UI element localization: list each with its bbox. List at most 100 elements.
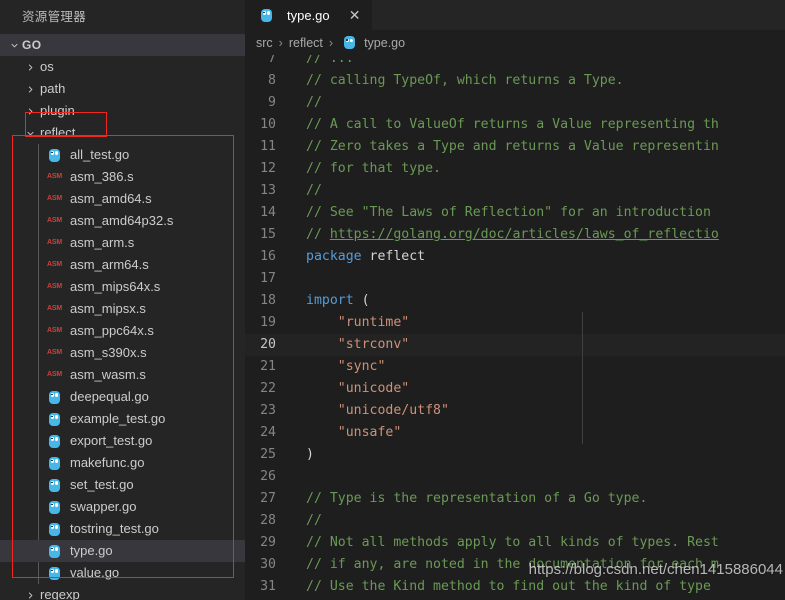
file-item-asm_mipsx.s[interactable]: ASM asm_mipsx.s <box>0 298 245 320</box>
token-str: "unsafe" <box>306 425 402 440</box>
chevron-right-icon: › <box>328 35 334 50</box>
file-item-example_test.go[interactable]: example_test.go <box>0 408 245 430</box>
file-item-label: asm_arm.s <box>70 235 135 250</box>
token-str: "strconv" <box>306 337 410 352</box>
line-number: 16 <box>260 249 276 264</box>
file-item-type.go[interactable]: type.go <box>0 540 245 562</box>
line-number: 18 <box>260 293 276 308</box>
go-file-icon <box>46 147 63 163</box>
line-number: 20 <box>260 337 276 352</box>
token-pn: ) <box>306 447 314 462</box>
breadcrumb-item-reflect[interactable]: reflect <box>289 36 323 50</box>
sidebar-folder-label: plugin <box>40 103 75 118</box>
code-line-28: 28 // <box>245 510 785 532</box>
code-text: // for that type. <box>292 158 785 180</box>
token-cm: // See "The Laws of Reflection" for an i… <box>306 205 711 220</box>
chevron-right-icon <box>22 106 38 117</box>
code-line-31: 31 // Use the Kind method to find out the… <box>245 576 785 598</box>
breadcrumb-item-src[interactable]: src <box>256 36 273 50</box>
sidebar-folder-regexp[interactable]: regexp <box>0 584 245 600</box>
file-tree: os path plugin reflect all_test.go ASM asm_386… <box>0 56 245 600</box>
file-item-label: asm_s390x.s <box>70 345 147 360</box>
line-number: 8 <box>268 73 276 88</box>
code-line-20: 20 "strconv" <box>245 334 785 356</box>
line-number: 15 <box>260 227 276 242</box>
asm-file-icon: ASM <box>47 238 62 246</box>
file-item-deepequal.go[interactable]: deepequal.go <box>0 386 245 408</box>
line-number: 13 <box>260 183 276 198</box>
file-item-label: export_test.go <box>70 433 153 448</box>
file-item-label: makefunc.go <box>70 455 145 470</box>
go-file-icon <box>46 499 63 515</box>
sidebar-folder-os[interactable]: os <box>0 56 245 78</box>
file-item-asm_386.s[interactable]: ASM asm_386.s <box>0 166 245 188</box>
file-item-asm_amd64p32.s[interactable]: ASM asm_amd64p32.s <box>0 210 245 232</box>
asm-file-icon: ASM <box>47 348 62 356</box>
code-text: // Not all methods apply to all kinds of… <box>292 532 785 554</box>
tab-type-go[interactable]: type.go ✕ <box>245 0 372 30</box>
code-viewport[interactable]: 7 // ... 8 // calling TypeOf, which returns… <box>245 55 785 600</box>
code-line-13: 13 // <box>245 180 785 202</box>
file-item-value.go[interactable]: value.go <box>0 562 245 584</box>
line-number: 23 <box>260 403 276 418</box>
file-item-label: asm_arm64.s <box>70 257 149 272</box>
token-cm: // <box>306 227 330 242</box>
file-item-label: asm_mips64x.s <box>70 279 161 294</box>
file-item-set_test.go[interactable]: set_test.go <box>0 474 245 496</box>
code-text: // ... <box>292 55 785 70</box>
sidebar-root-go[interactable]: GO <box>0 34 245 56</box>
code-line-25: 25) <box>245 444 785 466</box>
file-item-all_test.go[interactable]: all_test.go <box>0 144 245 166</box>
code-line-30: 30 // if any, are noted in the documentat… <box>245 554 785 576</box>
token-cm: // <box>306 183 322 198</box>
sidebar-folder-path[interactable]: path <box>0 78 245 100</box>
line-number: 25 <box>260 447 276 462</box>
asm-file-icon: ASM <box>47 260 62 268</box>
token-cm: // for that type. <box>306 161 441 176</box>
sidebar-root-label: GO <box>22 38 42 52</box>
chevron-right-icon <box>22 84 38 95</box>
sidebar-folder-label: os <box>40 59 54 74</box>
go-file-icon <box>46 477 63 493</box>
token-cm: // Zero takes a Type and returns a Value… <box>306 139 719 154</box>
line-number: 27 <box>260 491 276 506</box>
sidebar-folder-plugin[interactable]: plugin <box>0 100 245 122</box>
sidebar-folder-reflect[interactable]: reflect <box>0 122 245 144</box>
code-text: // <box>292 510 785 532</box>
chevron-right-icon: › <box>278 35 283 50</box>
file-item-swapper.go[interactable]: swapper.go <box>0 496 245 518</box>
file-item-label: value.go <box>70 565 120 580</box>
code-text: // See "The Laws of Reflection" for an i… <box>292 202 785 224</box>
file-item-label: asm_amd64.s <box>70 191 152 206</box>
breadcrumb: src › reflect › type.go <box>245 30 785 55</box>
file-item-makefunc.go[interactable]: makefunc.go <box>0 452 245 474</box>
tab-label: type.go <box>287 7 330 23</box>
code-text: // https://golang.org/doc/articles/laws_… <box>292 224 785 246</box>
code-line-18: 18 import ( <box>245 290 785 312</box>
breadcrumb-item-file[interactable]: type.go <box>364 36 405 50</box>
file-item-asm_wasm.s[interactable]: ASM asm_wasm.s <box>0 364 245 386</box>
code-text: "sync" <box>292 356 785 378</box>
file-item-tostring_test.go[interactable]: tostring_test.go <box>0 518 245 540</box>
line-number: 17 <box>260 271 276 286</box>
file-item-asm_ppc64x.s[interactable]: ASM asm_ppc64x.s <box>0 320 245 342</box>
token-cm: // calling TypeOf, which returns a Type. <box>306 73 624 88</box>
tab-bar: type.go ✕ <box>245 0 785 30</box>
file-item-asm_arm64.s[interactable]: ASM asm_arm64.s <box>0 254 245 276</box>
explorer-sidebar: 资源管理器 GO os path plugin reflect all_test.go A… <box>0 0 245 600</box>
go-file-icon <box>46 565 63 581</box>
code-line-29: 29 // Not all methods apply to all kinds … <box>245 532 785 554</box>
file-item-asm_arm.s[interactable]: ASM asm_arm.s <box>0 232 245 254</box>
file-item-asm_s390x.s[interactable]: ASM asm_s390x.s <box>0 342 245 364</box>
line-number: 12 <box>260 161 276 176</box>
asm-file-icon: ASM <box>47 194 62 202</box>
sidebar-folder-label: regexp <box>40 587 80 600</box>
code-line-9: 9 // <box>245 92 785 114</box>
file-item-asm_amd64.s[interactable]: ASM asm_amd64.s <box>0 188 245 210</box>
file-item-asm_mips64x.s[interactable]: ASM asm_mips64x.s <box>0 276 245 298</box>
close-icon[interactable]: ✕ <box>346 6 364 24</box>
file-item-export_test.go[interactable]: export_test.go <box>0 430 245 452</box>
go-file-icon <box>258 7 275 23</box>
sidebar-folder-label: reflect <box>40 125 76 140</box>
